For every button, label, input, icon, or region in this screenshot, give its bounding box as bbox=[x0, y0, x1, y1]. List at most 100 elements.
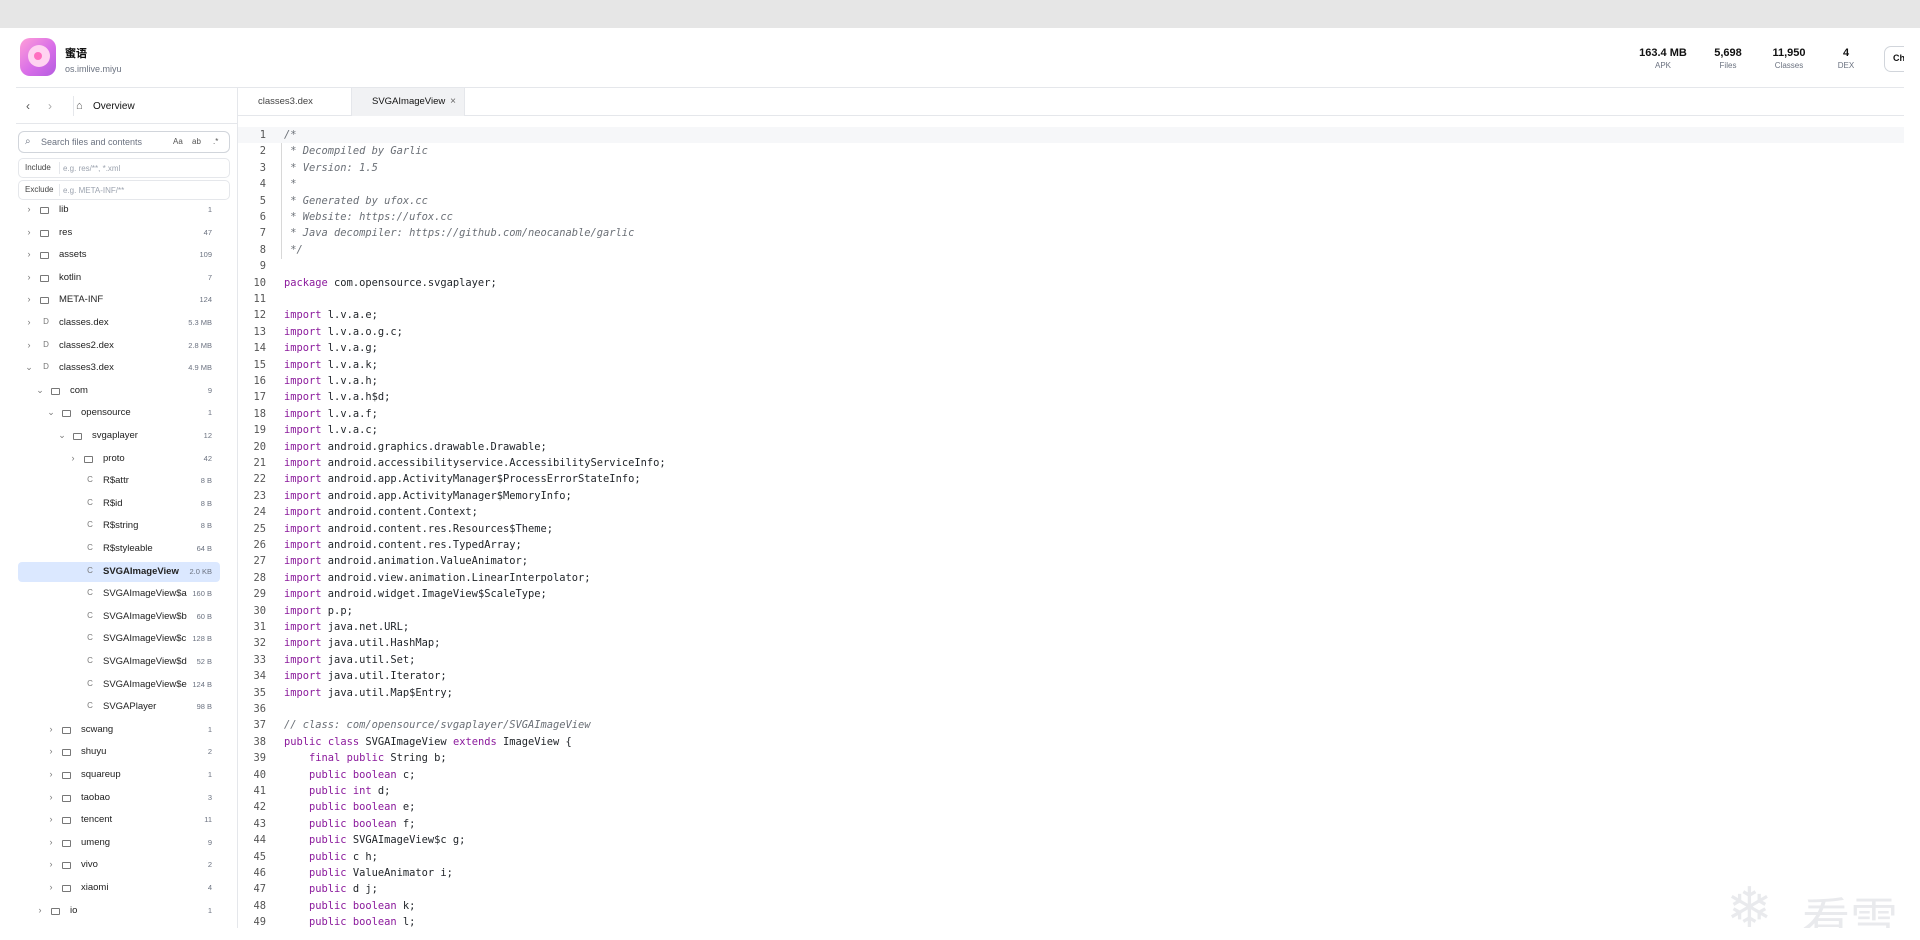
chevron-right-icon[interactable]: › bbox=[24, 249, 34, 259]
tree-item[interactable]: C SVGAImageView$d 52 B bbox=[18, 652, 220, 672]
tab-classes3-dex[interactable]: classes3.dex bbox=[238, 88, 352, 116]
line-number: 17 bbox=[253, 391, 266, 404]
chevron-right-icon[interactable]: › bbox=[24, 227, 34, 237]
code-line: 42 public boolean e; bbox=[238, 799, 1904, 815]
tree-item[interactable]: › io 1 bbox=[18, 901, 220, 921]
tree-item[interactable]: › Dclasses2.dex 2.8 MB bbox=[18, 336, 220, 356]
chevron-right-icon[interactable]: › bbox=[24, 294, 34, 304]
tree-item[interactable]: › proto 42 bbox=[18, 449, 220, 469]
chevron-right-icon[interactable]: › bbox=[24, 317, 34, 327]
whole-word-toggle[interactable]: ab bbox=[192, 137, 201, 146]
code-line: 14 import l.v.a.g; bbox=[238, 340, 1904, 356]
chevron-right-icon[interactable]: › bbox=[46, 814, 56, 824]
tree-item[interactable]: C SVGAPlayer 98 B bbox=[18, 697, 220, 717]
tree-item[interactable]: › kotlin 7 bbox=[18, 268, 220, 288]
tree-item-count: 1 bbox=[207, 905, 212, 915]
tree-item[interactable]: C R$id 8 B bbox=[18, 494, 220, 514]
tree-item[interactable]: C SVGAImageView$a 160 B bbox=[18, 584, 220, 604]
code-text: import android.accessibilityservice.Acce… bbox=[284, 457, 666, 469]
code-text: * Decompiled by Garlic bbox=[284, 145, 428, 158]
tree-item[interactable]: C R$styleable 64 B bbox=[18, 539, 220, 559]
tree-item[interactable]: › lib 1 bbox=[18, 200, 220, 220]
tree-item[interactable]: › META-INF 124 bbox=[18, 290, 220, 310]
line-number: 31 bbox=[253, 621, 266, 633]
tree-item[interactable]: ⌄ opensource 1 bbox=[18, 403, 220, 423]
code-text: public SVGAImageView$c g; bbox=[309, 834, 466, 847]
code-text: import l.v.a.f; bbox=[284, 407, 378, 420]
forward-button[interactable]: › bbox=[42, 97, 58, 115]
chevron-down-icon[interactable]: ⌄ bbox=[24, 362, 34, 373]
chevron-right-icon[interactable]: › bbox=[46, 769, 56, 779]
tree-item[interactable]: › vivo 2 bbox=[18, 855, 220, 875]
tree-item[interactable]: › assets 109 bbox=[18, 245, 220, 265]
tree-item[interactable]: C SVGAImageView 2.0 KB bbox=[18, 561, 220, 582]
chevron-right-icon[interactable]: › bbox=[24, 340, 34, 350]
chevron-right-icon[interactable]: › bbox=[24, 204, 34, 214]
tree-item[interactable]: › squareup 1 bbox=[18, 765, 220, 785]
line-number: 47 bbox=[253, 883, 266, 896]
chevron-right-icon[interactable]: › bbox=[46, 859, 56, 869]
tree-item[interactable]: C R$attr 8 B bbox=[18, 471, 220, 491]
line-number: 41 bbox=[253, 785, 266, 797]
snowflake-icon: ❄ bbox=[1726, 876, 1773, 928]
tree-item[interactable]: › res 47 bbox=[18, 223, 220, 243]
tree-item-label: umeng bbox=[81, 836, 111, 848]
check-button[interactable]: Ch bbox=[1884, 46, 1904, 72]
tree-item[interactable]: ⌄ svgaplayer 12 bbox=[18, 426, 220, 446]
chevron-right-icon[interactable]: › bbox=[46, 746, 56, 756]
regex-toggle[interactable]: .* bbox=[213, 137, 218, 146]
tab-svgaimageview[interactable]: SVGAImageView × bbox=[351, 88, 465, 116]
nav-divider bbox=[73, 96, 74, 116]
tree-item-count: 60 B bbox=[196, 611, 212, 621]
stat-dex: 4 DEX bbox=[1811, 47, 1881, 70]
exclude-input[interactable] bbox=[63, 183, 223, 197]
code-line: 25 import android.content.res.Resources$T… bbox=[238, 521, 1904, 537]
code-text: public c h; bbox=[309, 850, 378, 863]
folder-icon bbox=[62, 862, 71, 870]
tree-item[interactable]: ⌄ Dclasses3.dex 4.9 MB bbox=[18, 358, 220, 378]
tree-item-label: R$styleable bbox=[103, 543, 153, 554]
tree-item[interactable]: › shuyu 2 bbox=[18, 742, 220, 762]
tree-item[interactable]: C SVGAImageView$c 128 B bbox=[18, 629, 220, 649]
chevron-down-icon[interactable]: ⌄ bbox=[46, 407, 56, 418]
tree-item[interactable]: › xiaomi 4 bbox=[18, 878, 220, 898]
tree-item[interactable]: › scwang 1 bbox=[18, 720, 220, 740]
code-line: 13 import l.v.a.o.g.c; bbox=[238, 324, 1904, 340]
tree-item[interactable]: C R$string 8 B bbox=[18, 516, 220, 536]
chevron-right-icon[interactable]: › bbox=[68, 453, 78, 463]
filter-divider bbox=[59, 184, 60, 196]
tree-item-count: 160 B bbox=[192, 589, 212, 599]
tree-item-label: SVGAImageView$d bbox=[103, 656, 187, 667]
chevron-right-icon[interactable]: › bbox=[35, 905, 45, 915]
tree-item[interactable]: › tencent 11 bbox=[18, 810, 220, 830]
chevron-down-icon[interactable]: ⌄ bbox=[57, 430, 67, 441]
app-name: 蜜语 bbox=[65, 48, 87, 60]
include-input[interactable] bbox=[63, 161, 223, 175]
tree-item[interactable]: ⌄ com 9 bbox=[18, 381, 220, 401]
chevron-right-icon[interactable]: › bbox=[46, 837, 56, 847]
chevron-right-icon[interactable]: › bbox=[46, 724, 56, 734]
chevron-right-icon[interactable]: › bbox=[24, 272, 34, 282]
tree-item-label: R$attr bbox=[103, 475, 129, 487]
tree-item[interactable]: C SVGAImageView$e 124 B bbox=[18, 675, 220, 695]
back-button[interactable]: ‹ bbox=[20, 97, 36, 115]
chevron-right-icon[interactable]: › bbox=[46, 882, 56, 892]
tree-item[interactable]: › taobao 3 bbox=[18, 788, 220, 808]
search-input[interactable] bbox=[41, 135, 161, 149]
class-file-icon: C bbox=[87, 497, 93, 507]
close-icon[interactable]: × bbox=[450, 88, 456, 116]
tree-item-label: shuyu bbox=[81, 746, 107, 758]
tree-item[interactable]: › umeng 9 bbox=[18, 833, 220, 853]
code-text: import android.widget.ImageView$ScaleTyp… bbox=[284, 588, 547, 601]
code-editor[interactable]: 1/* 2 * Decompiled by Garlic 3 * Version: … bbox=[238, 127, 1904, 928]
overview-button[interactable]: ⌂ Overview bbox=[76, 96, 135, 116]
line-number: 5 bbox=[259, 194, 266, 207]
match-case-toggle[interactable]: Aa bbox=[173, 137, 183, 146]
tree-item-label: SVGAImageView$b bbox=[103, 610, 187, 622]
tree-item[interactable]: › Dclasses.dex 5.3 MB bbox=[18, 313, 220, 333]
chevron-down-icon[interactable]: ⌄ bbox=[35, 385, 45, 396]
tree-item-label: com bbox=[70, 384, 88, 396]
tree-item-label: io bbox=[70, 904, 78, 916]
chevron-right-icon[interactable]: › bbox=[46, 792, 56, 802]
tree-item[interactable]: C SVGAImageView$b 60 B bbox=[18, 607, 220, 627]
